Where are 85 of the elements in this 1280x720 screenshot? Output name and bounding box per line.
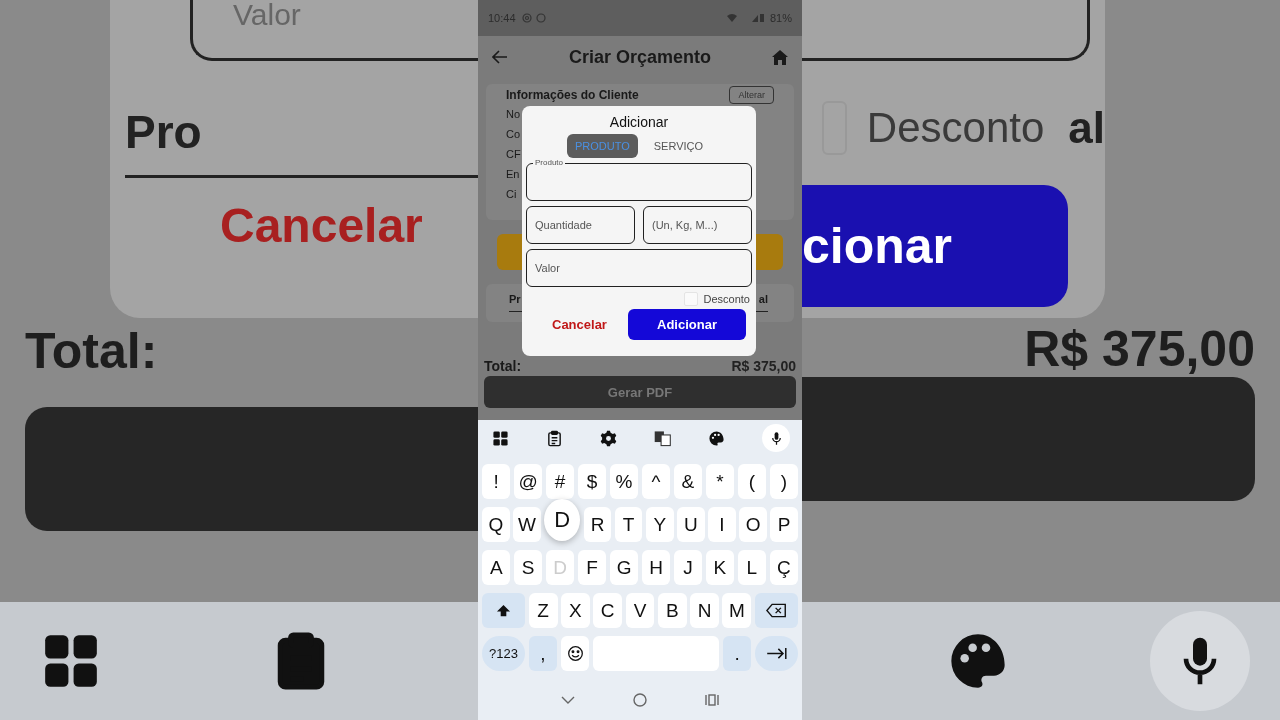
client-field-label: En — [506, 167, 520, 182]
keyboard-key[interactable]: * — [705, 464, 735, 499]
input-field[interactable]: Quantidade — [526, 206, 635, 244]
card-title: Informações do Cliente — [506, 88, 639, 102]
microphone-button[interactable] — [762, 424, 790, 452]
backspace-icon — [765, 603, 787, 618]
screen-title: Criar Orçamento — [568, 46, 712, 68]
keyboard-key[interactable]: O — [739, 507, 767, 542]
hide-keyboard-icon[interactable] — [561, 696, 575, 704]
keyboard-key[interactable]: % — [609, 464, 639, 499]
translate-icon[interactable] — [654, 429, 671, 447]
emoji-key[interactable] — [560, 636, 590, 671]
keyboard-key[interactable]: # — [545, 464, 575, 499]
keyboard-key[interactable]: T — [614, 507, 643, 542]
keyboard-key[interactable]: S — [513, 550, 543, 585]
keyboard-key[interactable]: C — [593, 593, 623, 628]
shift-icon — [496, 603, 512, 618]
keyboard-key[interactable]: ) — [769, 464, 799, 499]
keyboard-key[interactable]: N — [690, 593, 719, 628]
client-field-label: Co — [506, 127, 521, 142]
keyboard-key[interactable]: & — [673, 464, 703, 499]
column-header: al — [758, 293, 768, 305]
keyboard-key[interactable]: A — [482, 550, 511, 585]
back-arrow-icon[interactable] — [492, 50, 508, 64]
keyboard-key[interactable]: ! — [482, 464, 511, 499]
backdrop-total-label: Total: — [25, 324, 158, 379]
backdrop-label: Pro — [125, 109, 202, 155]
keyboard-key[interactable]: P — [770, 507, 798, 542]
keyboard-key[interactable]: M — [722, 593, 752, 628]
home-icon[interactable] — [772, 49, 788, 65]
total-label: Total: — [484, 358, 522, 374]
enter-key[interactable] — [754, 636, 798, 671]
keyboard-key[interactable]: G — [609, 550, 639, 585]
field-label: Produto — [533, 158, 566, 167]
keyboard-key[interactable]: Ç — [769, 550, 799, 585]
backspace-key[interactable] — [754, 593, 798, 628]
enter-icon — [765, 647, 787, 660]
keyboard-key[interactable]: ?123 — [482, 636, 526, 671]
notification-icons — [521, 13, 548, 23]
keyboard-key[interactable]: F — [577, 550, 607, 585]
input-field[interactable]: Valor — [526, 249, 752, 287]
keyboard-key[interactable]: $ — [577, 464, 607, 499]
add-button[interactable]: Adicionar — [628, 309, 746, 340]
keyboard-key[interactable]: @ — [513, 464, 543, 499]
type-tab[interactable]: SERVIÇO — [645, 134, 712, 158]
backdrop-checkbox-label: Desconto — [866, 104, 1045, 152]
keyboard-key[interactable]: Y — [645, 507, 674, 542]
client-field-label: No — [506, 107, 521, 122]
keyboard-key[interactable]: X — [561, 593, 590, 628]
home-nav-icon[interactable] — [633, 693, 647, 707]
cancel-button[interactable]: Cancelar — [546, 316, 613, 333]
settings-icon[interactable] — [600, 429, 617, 447]
key-preview-bubble[interactable]: D — [544, 499, 581, 541]
checkbox-label: Desconto — [703, 293, 750, 305]
shift-key[interactable] — [482, 593, 526, 628]
keyboard-key[interactable]: L — [737, 550, 767, 585]
keyboard-key[interactable]: W — [513, 507, 541, 542]
keyboard-key[interactable]: H — [641, 550, 671, 585]
column-header: Pr — [509, 293, 521, 305]
keyboard-key[interactable]: Z — [528, 593, 558, 628]
keyboard-key[interactable]: B — [657, 593, 687, 628]
total-value: R$ 375,00 — [731, 358, 796, 374]
keyboard-key[interactable]: R — [583, 507, 612, 542]
signal-icons — [725, 13, 764, 23]
client-field-label: Ci — [506, 187, 517, 202]
emoji-icon — [566, 645, 584, 662]
backdrop-cancel-text: Cancelar — [220, 198, 423, 253]
keyboard-key[interactable]: J — [673, 550, 703, 585]
keyboard-key[interactable]: V — [625, 593, 655, 628]
keyboard-key[interactable]: ( — [737, 464, 767, 499]
keyboard-key[interactable]: ^ — [641, 464, 671, 499]
backdrop-total-value: R$ 375,00 — [1024, 322, 1255, 377]
backdrop-label: al — [1068, 103, 1105, 153]
dialog-title: Adicionar — [609, 114, 669, 130]
keyboard-key[interactable]: Q — [482, 507, 510, 542]
keyboard-key[interactable]: K — [705, 550, 735, 585]
recent-apps-icon[interactable] — [705, 694, 719, 706]
client-field-label: CF — [506, 147, 521, 162]
input-field[interactable]: (Un, Kg, M...) — [643, 206, 752, 244]
keyboard-key[interactable]: . — [722, 636, 752, 671]
grid-icon[interactable] — [492, 429, 509, 447]
keyboard-key[interactable]: U — [677, 507, 705, 542]
keyboard-key[interactable]: , — [528, 636, 558, 671]
keyboard-key[interactable]: I — [708, 507, 736, 542]
palette-icon[interactable] — [708, 429, 725, 447]
